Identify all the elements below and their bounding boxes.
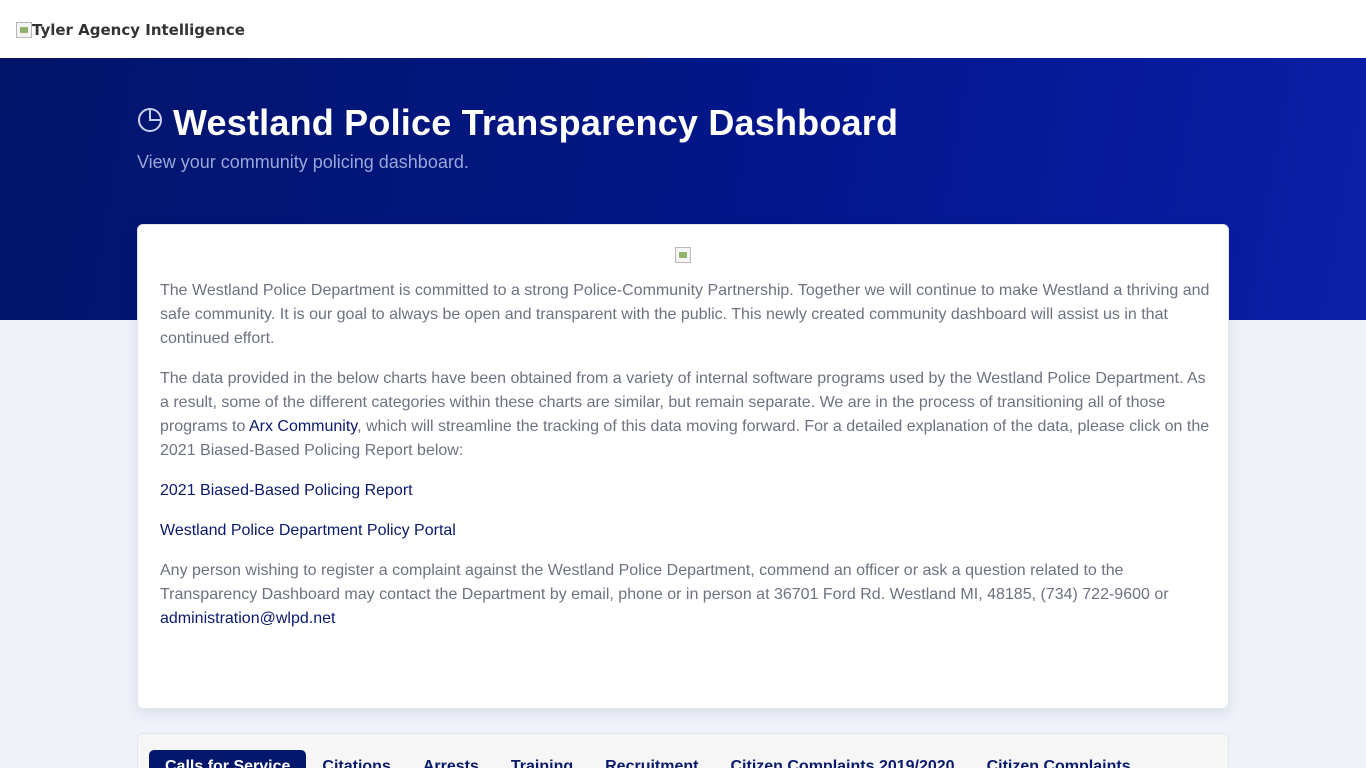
top-navbar: Tyler Agency Intelligence (0, 0, 1366, 58)
intro-card: The Westland Police Department is commit… (137, 224, 1229, 709)
tab-citizen-complaints-2019-2020[interactable]: Citizen Complaints 2019/2020 (714, 750, 970, 768)
tab-arrests[interactable]: Arrests (407, 750, 495, 768)
intro-paragraph-3: Any person wishing to register a complai… (160, 559, 1210, 631)
intro-paragraph-2: The data provided in the below charts ha… (160, 367, 1210, 463)
intro-paragraph-3-text: Any person wishing to register a complai… (160, 562, 1169, 603)
admin-email-link[interactable]: administration@wlpd.net (160, 610, 335, 627)
tab-calls-for-service[interactable]: Calls for Service (149, 750, 307, 768)
biased-policing-report-link[interactable]: 2021 Biased-Based Policing Report (160, 482, 413, 499)
tab-training[interactable]: Training (495, 750, 589, 768)
brand-alt-text: Tyler Agency Intelligence (32, 21, 245, 39)
page-title-text: Westland Police Transparency Dashboard (173, 102, 899, 143)
tab-citations[interactable]: Citations (306, 750, 406, 768)
policy-link-line: Westland Police Department Policy Portal (160, 519, 1210, 543)
page-title: Westland Police Transparency Dashboard (137, 100, 898, 146)
intro-text: The Westland Police Department is commit… (160, 279, 1210, 647)
page-subtitle: View your community policing dashboard. (137, 152, 469, 172)
arx-community-link[interactable]: Arx Community (249, 418, 357, 435)
department-logo-image (675, 247, 691, 263)
tab-recruitment[interactable]: Recruitment (589, 750, 714, 768)
report-link-line: 2021 Biased-Based Policing Report (160, 479, 1210, 503)
intro-paragraph-1: The Westland Police Department is commit… (160, 282, 1210, 347)
pie-chart-icon (138, 108, 162, 132)
policy-portal-link[interactable]: Westland Police Department Policy Portal (160, 522, 456, 539)
dashboard-tabs: Calls for Service Citations Arrests Trai… (149, 750, 1147, 768)
brand-logo-link[interactable]: Tyler Agency Intelligence (16, 20, 245, 40)
tab-citizen-complaints[interactable]: Citizen Complaints (971, 750, 1147, 768)
dashboard-tabs-bar: Calls for Service Citations Arrests Trai… (137, 733, 1229, 768)
broken-image-icon (16, 22, 32, 38)
